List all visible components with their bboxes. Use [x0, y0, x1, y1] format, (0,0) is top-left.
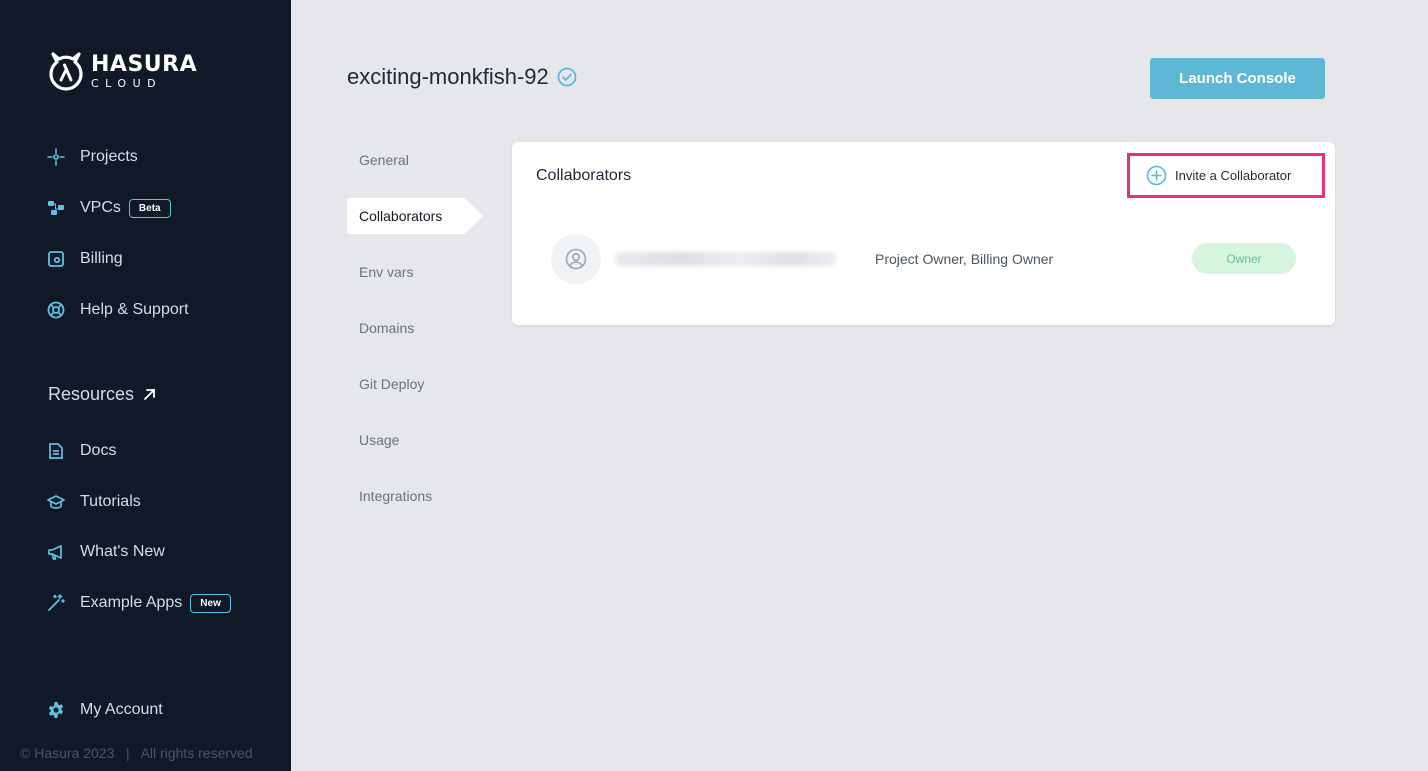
sidebar-item-whats-new[interactable]: What's New: [47, 540, 165, 564]
vpc-icon: [47, 199, 65, 217]
graduation-cap-icon: [47, 493, 65, 511]
redacted-email: [615, 252, 837, 266]
document-icon: [47, 442, 65, 460]
owner-badge: Owner: [1192, 243, 1296, 274]
sidebar-item-my-account[interactable]: My Account: [47, 698, 163, 722]
plus-circle-icon: [1146, 165, 1167, 186]
sidebar-item-projects[interactable]: Projects: [47, 145, 138, 169]
beta-tag: Beta: [128, 198, 171, 218]
sidebar-item-example-apps[interactable]: Example Apps New: [47, 591, 231, 615]
sidebar-item-label: Projects: [80, 148, 138, 165]
megaphone-icon: [47, 543, 65, 561]
new-tag: New: [190, 593, 231, 613]
project-title: exciting-monkfish-92: [347, 64, 577, 90]
tab-general[interactable]: General: [359, 152, 409, 168]
copyright-footer: © Hasura 2023 | All rights reserved: [20, 745, 253, 761]
lifebuoy-icon: [47, 301, 65, 319]
sidebar-item-help-support[interactable]: Help & Support: [47, 298, 189, 322]
hasura-cloud-logo[interactable]: HASURA CLOUD: [47, 50, 197, 92]
tab-git-deploy[interactable]: Git Deploy: [359, 376, 424, 392]
projects-icon: [47, 148, 65, 166]
resources-heading[interactable]: Resources: [48, 384, 156, 405]
collaborator-roles: Project Owner, Billing Owner: [875, 251, 1054, 267]
verified-check-icon: [557, 67, 577, 87]
tab-integrations[interactable]: Integrations: [359, 488, 432, 504]
magic-wand-icon: [47, 594, 65, 612]
hasura-logo-icon: [49, 52, 83, 91]
external-link-arrow-icon: [144, 389, 155, 400]
sidebar-item-label: My Account: [80, 701, 163, 718]
tab-domains[interactable]: Domains: [359, 320, 414, 336]
sidebar-item-docs[interactable]: Docs: [47, 439, 116, 463]
user-circle-icon: [565, 248, 587, 270]
sidebar: HASURA CLOUD Projects VPCs Beta Billing …: [0, 0, 291, 771]
sidebar-item-tutorials[interactable]: Tutorials: [47, 490, 141, 514]
collaborators-title: Collaborators: [536, 167, 632, 184]
brand-line-1: HASURA: [91, 51, 198, 77]
brand-line-2: CLOUD: [91, 76, 163, 90]
tab-env-vars[interactable]: Env vars: [359, 264, 413, 280]
sidebar-item-vpcs[interactable]: VPCs Beta: [47, 196, 171, 220]
project-name: exciting-monkfish-92: [347, 64, 549, 89]
sidebar-item-label: Help & Support: [80, 301, 189, 318]
gear-icon: [47, 701, 65, 719]
invite-label: Invite a Collaborator: [1175, 168, 1292, 183]
sidebar-item-label: VPCs: [80, 199, 121, 216]
sidebar-item-label: Tutorials: [80, 493, 141, 510]
tab-collaborators[interactable]: Collaborators: [347, 198, 483, 234]
collaborators-card: Collaborators Invite a Collaborator Proj…: [512, 142, 1335, 325]
launch-console-button[interactable]: Launch Console: [1150, 58, 1325, 99]
sidebar-item-label: Billing: [80, 250, 123, 267]
sidebar-item-label: What's New: [80, 543, 165, 560]
tab-usage[interactable]: Usage: [359, 432, 399, 448]
sidebar-item-billing[interactable]: Billing: [47, 247, 123, 271]
invite-collaborator-button[interactable]: Invite a Collaborator: [1127, 153, 1325, 198]
sidebar-item-label: Docs: [80, 442, 117, 459]
billing-icon: [47, 250, 65, 268]
avatar: [551, 234, 601, 284]
resources-label: Resources: [48, 384, 135, 404]
sidebar-item-label: Example Apps: [80, 594, 183, 611]
